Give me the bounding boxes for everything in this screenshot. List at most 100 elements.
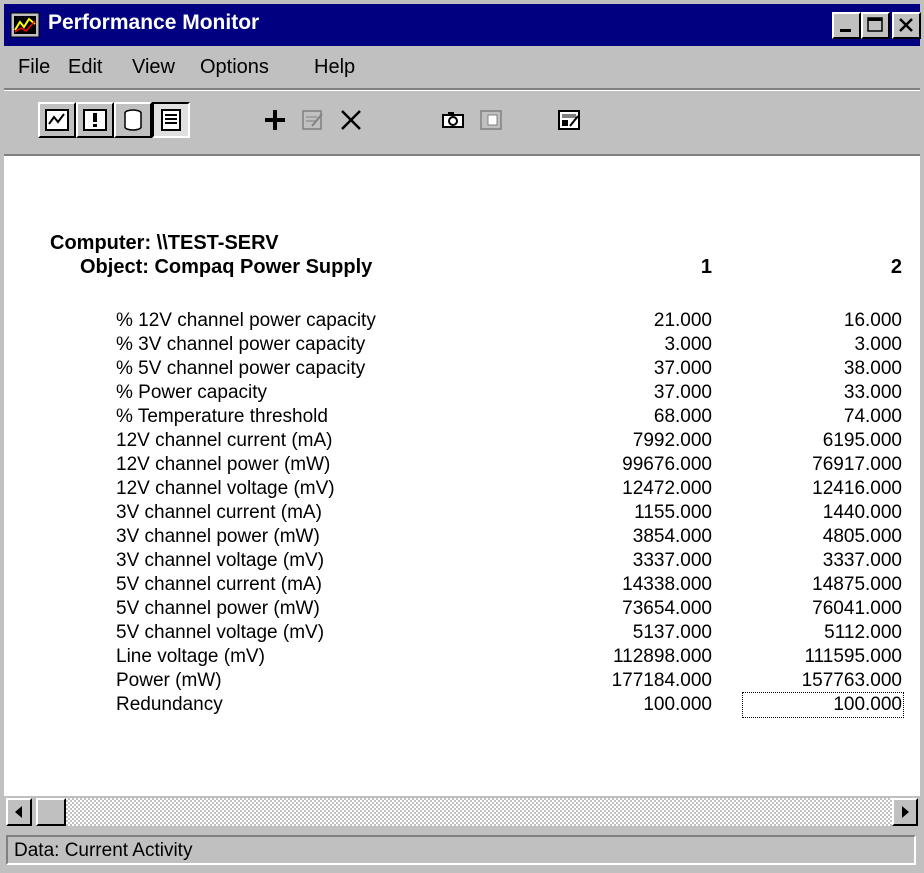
options-button[interactable] <box>550 102 588 138</box>
counter-value-1: 3.000 <box>664 334 712 355</box>
counter-row[interactable]: Redundancy 100.000 100.000 <box>4 692 920 718</box>
snapshot-button[interactable] <box>434 102 472 138</box>
options-icon <box>558 110 580 130</box>
counter-row[interactable]: 12V channel power (mW) 99676.000 76917.000 <box>4 454 920 478</box>
counter-value-1: 7992.000 <box>632 430 712 451</box>
object-label: Object: Compaq Power Supply <box>80 256 373 278</box>
export-button[interactable] <box>472 102 510 138</box>
counter-value-2: 157763.000 <box>801 670 902 691</box>
counter-label: 3V channel current (mA) <box>116 502 322 523</box>
counter-label: Line voltage (mV) <box>116 646 265 667</box>
counter-row[interactable]: 5V channel current (mA) 14338.000 14875.00… <box>4 574 920 598</box>
counter-row[interactable]: 3V channel voltage (mV) 3337.000 3337.000 <box>4 550 920 574</box>
edit-icon <box>302 110 323 130</box>
menu-file[interactable]: File <box>18 56 50 79</box>
counter-value-2-selected[interactable]: 100.000 <box>742 692 904 718</box>
counter-label: % Power capacity <box>116 382 268 403</box>
menu-view[interactable]: View <box>132 56 175 79</box>
performance-monitor-app-icon <box>10 12 40 38</box>
counter-value-1: 37.000 <box>653 382 712 403</box>
horizontal-scrollbar[interactable] <box>4 796 920 828</box>
counter-row[interactable]: 3V channel power (mW) 3854.000 4805.000 <box>4 526 920 550</box>
maximize-icon <box>867 17 883 32</box>
counter-value-1: 73654.000 <box>622 598 712 619</box>
counter-value-2: 4805.000 <box>822 526 902 547</box>
toolbar <box>4 92 920 152</box>
add-counter-button[interactable] <box>256 102 294 138</box>
counter-row[interactable]: 5V channel voltage (mV) 5137.000 5112.000 <box>4 622 920 646</box>
close-button[interactable] <box>892 12 921 39</box>
maximize-button[interactable] <box>861 12 890 39</box>
counter-row[interactable]: % 12V channel power capacity 21.000 16.000 <box>4 310 920 334</box>
arrow-right-icon <box>902 806 909 818</box>
arrow-left-icon <box>15 806 22 818</box>
counter-value-1: 99676.000 <box>622 454 712 475</box>
computer-label: Computer: \\TEST-SERV <box>50 232 279 254</box>
counter-value-1: 112898.000 <box>613 646 712 667</box>
counter-value-1: 14338.000 <box>622 574 712 595</box>
scroll-right-button[interactable] <box>892 798 918 826</box>
menu-edit[interactable]: Edit <box>68 56 102 79</box>
counter-row[interactable]: Line voltage (mV) 112898.000 111595.000 <box>4 646 920 670</box>
counter-value-1: 5137.000 <box>632 622 712 643</box>
minimize-button[interactable] <box>832 12 861 39</box>
counter-value-2: 5112.000 <box>824 622 902 643</box>
report-view-button[interactable] <box>152 102 190 138</box>
log-view-icon <box>124 109 142 131</box>
counter-row[interactable]: % Temperature threshold 68.000 74.000 <box>4 406 920 430</box>
counter-value-2: 38.000 <box>843 358 902 379</box>
counter-value-1: 3854.000 <box>632 526 712 547</box>
delete-icon <box>341 110 361 130</box>
edit-counter-button[interactable] <box>294 102 332 138</box>
counter-value-2: 6195.000 <box>822 430 902 451</box>
menu-bar: File Edit View Options Help <box>4 48 920 86</box>
counter-value-2: 111595.000 <box>804 646 902 667</box>
delete-counter-button[interactable] <box>332 102 370 138</box>
counter-label: 12V channel current (mA) <box>116 430 333 451</box>
counter-value-1: 1155.000 <box>634 502 712 523</box>
counter-label: 3V channel voltage (mV) <box>116 550 325 571</box>
chart-view-icon <box>45 109 69 131</box>
camera-icon <box>442 112 464 128</box>
counter-row[interactable]: 12V channel voltage (mV) 12472.000 12416.0… <box>4 478 920 502</box>
counter-label: 12V channel power (mW) <box>116 454 331 475</box>
chart-view-button[interactable] <box>38 102 76 138</box>
counter-row[interactable]: Power (mW) 177184.000 157763.000 <box>4 670 920 694</box>
report-pane: Computer: \\TEST-SERV Object: Compaq Pow… <box>4 154 920 796</box>
title-bar[interactable]: Performance Monitor <box>4 4 921 46</box>
alert-view-button[interactable] <box>76 102 114 138</box>
log-view-button[interactable] <box>114 102 152 138</box>
report-view-icon <box>161 109 181 131</box>
counter-value-1: 68.000 <box>653 406 712 427</box>
counter-row[interactable]: % 5V channel power capacity 37.000 38.000 <box>4 358 920 382</box>
counter-value-2: 76917.000 <box>812 454 902 475</box>
counter-value-2: 76041.000 <box>812 598 902 619</box>
menu-help[interactable]: Help <box>314 56 355 79</box>
counter-row[interactable]: % 3V channel power capacity 3.000 3.000 <box>4 334 920 358</box>
counter-value-1: 37.000 <box>653 358 712 379</box>
counter-label: 5V channel current (mA) <box>116 574 322 595</box>
column-header-2: 2 <box>890 256 902 278</box>
status-bar: Data: Current Activity <box>4 832 920 868</box>
counter-value-1: 100.000 <box>643 694 712 715</box>
counter-value-1: 3337.000 <box>632 550 712 571</box>
scroll-left-button[interactable] <box>6 798 32 826</box>
scroll-thumb[interactable] <box>36 798 66 826</box>
counter-label: Power (mW) <box>116 670 222 691</box>
scroll-track[interactable] <box>66 798 896 826</box>
export-icon <box>480 110 502 130</box>
column-header-1: 1 <box>700 256 712 278</box>
counter-value-1: 12472.000 <box>622 478 712 499</box>
counter-row[interactable]: 12V channel current (mA) 7992.000 6195.000 <box>4 430 920 454</box>
counter-label: % 3V channel power capacity <box>116 334 366 355</box>
counter-row[interactable]: 3V channel current (mA) 1155.000 1440.000 <box>4 502 920 526</box>
counter-value-2: 3.000 <box>854 334 902 355</box>
counter-value-1: 177184.000 <box>611 670 712 691</box>
menu-options[interactable]: Options <box>200 56 269 79</box>
counter-label: % 5V channel power capacity <box>116 358 366 379</box>
counter-row[interactable]: 5V channel power (mW) 73654.000 76041.000 <box>4 598 920 622</box>
counter-row[interactable]: % Power capacity 37.000 33.000 <box>4 382 920 406</box>
status-text: Data: Current Activity <box>6 835 916 865</box>
close-icon <box>899 18 913 32</box>
counter-value-2: 14875.000 <box>812 574 902 595</box>
